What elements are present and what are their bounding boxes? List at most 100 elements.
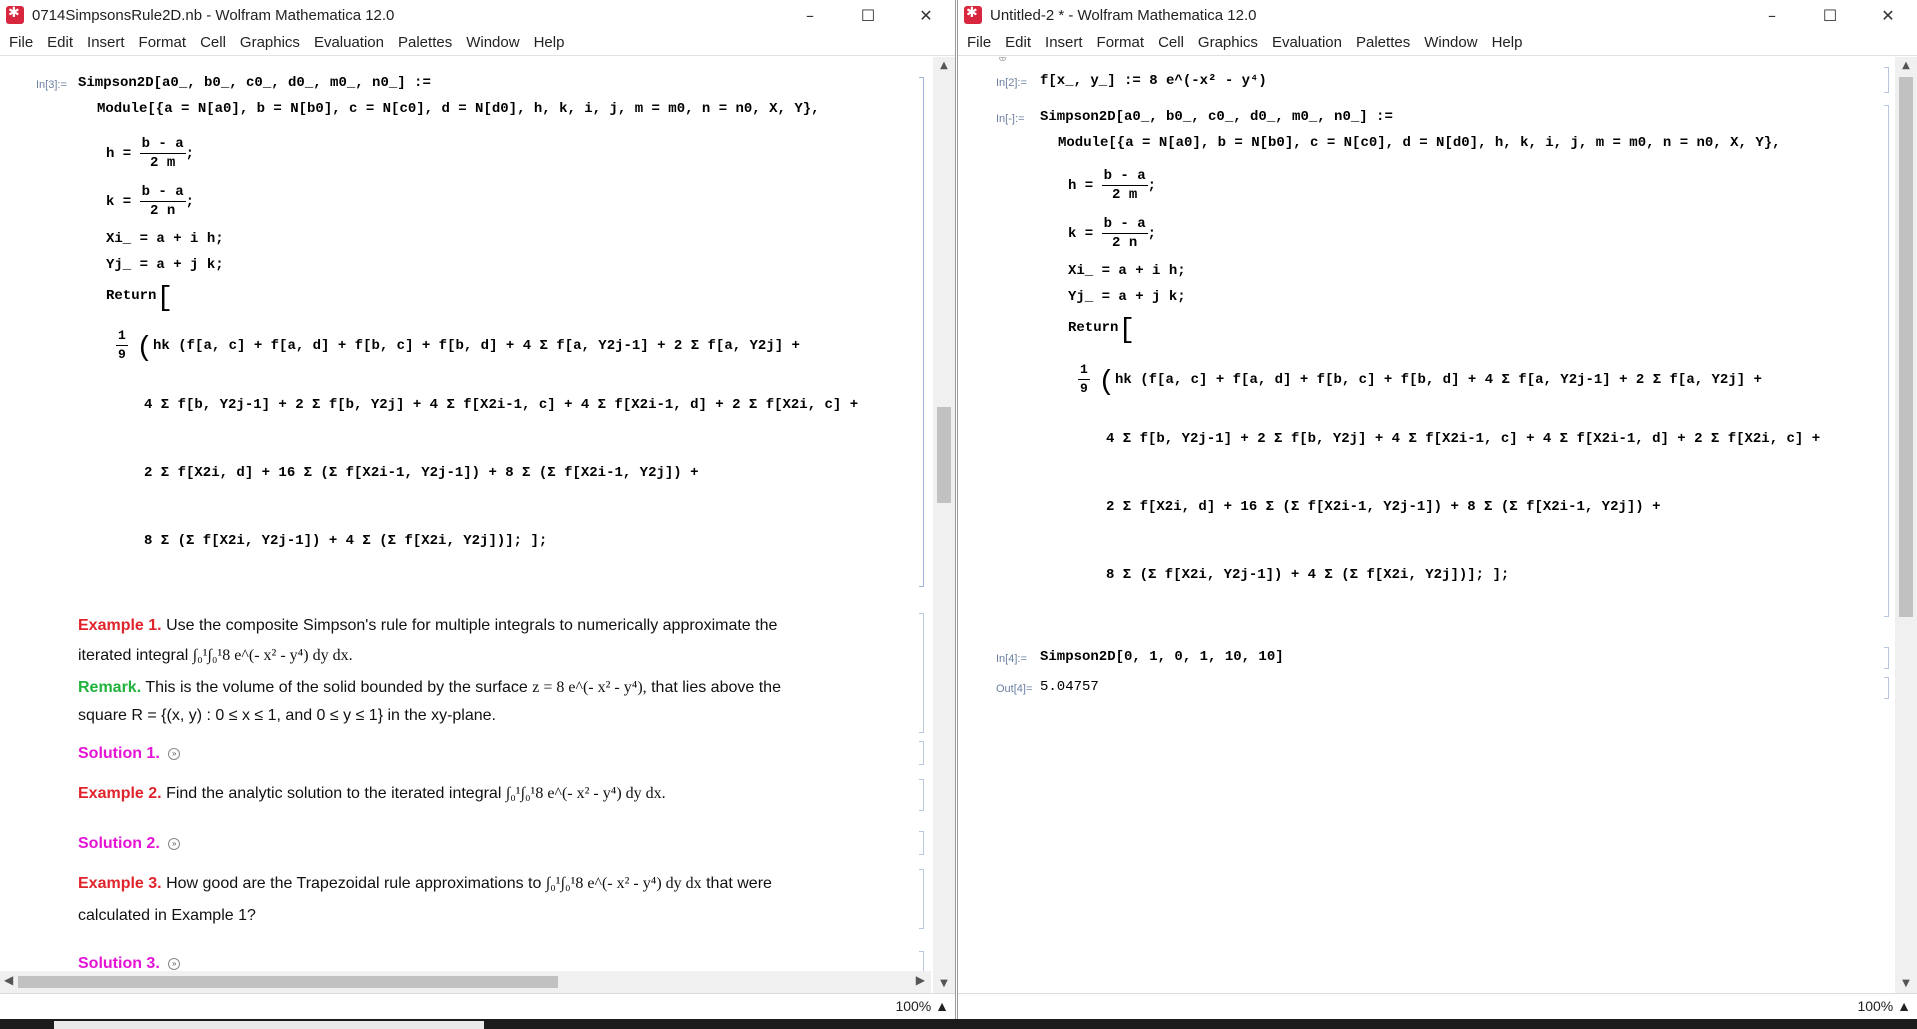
f-definition[interactable]: f[x_, y_] := 8 e^(-x² - y⁴) bbox=[1040, 73, 1267, 89]
menu-window[interactable]: Window bbox=[1417, 34, 1484, 51]
menu-window[interactable]: Window bbox=[459, 34, 526, 51]
x-definition[interactable]: Xi_ = a + i h; bbox=[1068, 263, 1186, 279]
h-definition[interactable]: h = b - a2 m; bbox=[1068, 167, 1156, 204]
formula-line-1[interactable]: 19 (hk (f[a, c] + f[a, d] + f[b, c] + f[… bbox=[1078, 361, 1762, 398]
solution-2[interactable]: Solution 2. » bbox=[78, 835, 181, 853]
h-num: b - a bbox=[1101, 168, 1148, 186]
minimize-icon[interactable]: – bbox=[781, 0, 839, 30]
menu-edit[interactable]: Edit bbox=[998, 34, 1038, 51]
formula-line-2[interactable]: 4 Σ f[b, Y2j-1] + 2 Σ f[b, Y2j] + 4 Σ f[… bbox=[1106, 431, 1820, 447]
example-3-text-b: that were bbox=[706, 875, 772, 892]
menu-format[interactable]: Format bbox=[1090, 34, 1152, 51]
hscroll-thumb[interactable] bbox=[18, 976, 558, 988]
vertical-scrollbar[interactable]: ▲ ▼ bbox=[1895, 57, 1917, 993]
title-bar[interactable]: Untitled-2 * - Wolfram Mathematica 12.0 … bbox=[958, 0, 1917, 30]
menu-help[interactable]: Help bbox=[1485, 34, 1530, 51]
menu-edit[interactable]: Edit bbox=[40, 34, 80, 51]
example-3-text: How good are the Trapezoidal rule approx… bbox=[166, 875, 542, 892]
k-num: b - a bbox=[1101, 216, 1148, 234]
h-definition[interactable]: h = b - a2 m; bbox=[106, 135, 194, 172]
return-keyword[interactable]: Return[ bbox=[1068, 315, 1135, 346]
zoom-control[interactable]: 100% ▲ bbox=[895, 998, 949, 1014]
k-den: 2 n bbox=[150, 203, 176, 219]
def-line[interactable]: Simpson2D[a0_, b0_, c0_, d0_, m0_, n0_] … bbox=[1040, 109, 1393, 125]
taskbar-item[interactable] bbox=[54, 1021, 484, 1029]
formula-line-2[interactable]: 4 Σ f[b, Y2j-1] + 2 Σ f[b, Y2j] + 4 Σ f[… bbox=[144, 397, 858, 413]
title-bar[interactable]: 0714SimpsonsRule2D.nb - Wolfram Mathemat… bbox=[0, 0, 955, 30]
menu-file[interactable]: File bbox=[2, 34, 40, 51]
maximize-icon[interactable]: ☐ bbox=[839, 0, 897, 30]
return-keyword[interactable]: Return[ bbox=[106, 283, 173, 314]
menu-cell[interactable]: Cell bbox=[1151, 34, 1191, 51]
formula-line-3[interactable]: 2 Σ f[X2i, d] + 16 Σ (Σ f[X2i-1, Y2j-1])… bbox=[144, 465, 699, 481]
formula-line-1[interactable]: 19 (hk (f[a, c] + f[a, d] + f[b, c] + f[… bbox=[116, 327, 800, 364]
menu-evaluation[interactable]: Evaluation bbox=[307, 34, 391, 51]
zoom-control[interactable]: 100% ▲ bbox=[1857, 998, 1911, 1014]
zoom-value: 100% bbox=[1857, 998, 1894, 1014]
menu-palettes[interactable]: Palettes bbox=[391, 34, 459, 51]
y-definition[interactable]: Yj_ = a + j k; bbox=[1068, 289, 1186, 305]
simpson-call[interactable]: Simpson2D[0, 1, 0, 1, 10, 10] bbox=[1040, 649, 1284, 665]
scroll-down-icon[interactable]: ▼ bbox=[1895, 975, 1917, 993]
example-2-integral: ∫₀¹∫₀¹8 e^(- x² - y⁴) dy dx. bbox=[505, 785, 666, 802]
menu-cell[interactable]: Cell bbox=[193, 34, 233, 51]
scroll-down-icon[interactable]: ▼ bbox=[933, 975, 955, 993]
y-definition[interactable]: Yj_ = a + j k; bbox=[106, 257, 224, 273]
cell-bracket[interactable] bbox=[919, 613, 924, 733]
menu-insert[interactable]: Insert bbox=[1038, 34, 1090, 51]
cell-bracket[interactable] bbox=[919, 779, 924, 811]
cell-bracket[interactable] bbox=[919, 741, 924, 765]
taskbar bbox=[0, 1019, 1917, 1029]
close-icon[interactable]: ✕ bbox=[1859, 0, 1917, 30]
x-definition[interactable]: Xi_ = a + i h; bbox=[106, 231, 224, 247]
return-text: Return bbox=[106, 288, 157, 304]
cell-bracket[interactable] bbox=[919, 869, 924, 929]
k-definition[interactable]: k = b - a2 n; bbox=[106, 183, 194, 220]
expand-icon[interactable]: » bbox=[168, 837, 181, 850]
def-line[interactable]: Simpson2D[a0_, b0_, c0_, d0_, m0_, n0_] … bbox=[78, 75, 431, 91]
menu-palettes[interactable]: Palettes bbox=[1349, 34, 1417, 51]
scroll-up-icon[interactable]: ▲ bbox=[1895, 57, 1917, 75]
window-title: Untitled-2 * - Wolfram Mathematica 12.0 bbox=[990, 6, 1257, 24]
scroll-up-icon[interactable]: ▲ bbox=[933, 57, 955, 75]
module-line[interactable]: Module[{a = N[a0], b = N[b0], c = N[c0],… bbox=[1058, 135, 1781, 151]
formula-line-4[interactable]: 8 Σ (Σ f[X2i, Y2j-1]) + 4 Σ (Σ f[X2i, Y2… bbox=[1106, 567, 1509, 583]
formula-line-3[interactable]: 2 Σ f[X2i, d] + 16 Σ (Σ f[X2i-1, Y2j-1])… bbox=[1106, 499, 1661, 515]
cell-bracket[interactable] bbox=[1884, 67, 1889, 93]
cell-bracket[interactable] bbox=[1884, 647, 1889, 669]
output-label: Out[4]= bbox=[996, 683, 1033, 695]
notebook-content[interactable]: In[3]:= Simpson2D[a0_, b0_, c0_, d0_, m0… bbox=[0, 57, 931, 993]
notebook-content[interactable]: ⊕ In[2]:= f[x_, y_] := 8 e^(-x² - y⁴) In… bbox=[958, 57, 1893, 993]
scroll-thumb[interactable] bbox=[1899, 77, 1913, 617]
maximize-icon[interactable]: ☐ bbox=[1801, 0, 1859, 30]
menu-insert[interactable]: Insert bbox=[80, 34, 132, 51]
vertical-scrollbar[interactable]: ▲ ▼ bbox=[933, 57, 955, 993]
cell-bracket[interactable] bbox=[1884, 105, 1889, 617]
scroll-thumb[interactable] bbox=[937, 407, 951, 503]
scroll-left-icon[interactable]: ◀ bbox=[4, 973, 13, 987]
menu-format[interactable]: Format bbox=[132, 34, 194, 51]
remark-surface: z = 8 e^(- x² - y⁴), bbox=[532, 679, 647, 696]
menu-file[interactable]: File bbox=[960, 34, 998, 51]
cell-bracket[interactable] bbox=[919, 831, 924, 855]
solution-1[interactable]: Solution 1. » bbox=[78, 745, 181, 763]
k-definition[interactable]: k = b - a2 n; bbox=[1068, 215, 1156, 252]
menu-bar: File Edit Insert Format Cell Graphics Ev… bbox=[958, 30, 1917, 56]
menu-graphics[interactable]: Graphics bbox=[233, 34, 307, 51]
formula-line-4[interactable]: 8 Σ (Σ f[X2i, Y2j-1]) + 4 Σ (Σ f[X2i, Y2… bbox=[144, 533, 547, 549]
scroll-right-icon[interactable]: ▶ bbox=[916, 973, 925, 987]
menu-help[interactable]: Help bbox=[527, 34, 572, 51]
module-line[interactable]: Module[{a = N[a0], b = N[b0], c = N[c0],… bbox=[97, 101, 820, 117]
cell-bracket[interactable] bbox=[919, 77, 924, 587]
cell-bracket[interactable] bbox=[1884, 677, 1889, 699]
input-label: In[-]:= bbox=[996, 113, 1025, 125]
menu-evaluation[interactable]: Evaluation bbox=[1265, 34, 1349, 51]
horizontal-scrollbar[interactable]: ◀ ▶ bbox=[0, 971, 931, 993]
h-lhs: h = bbox=[106, 146, 132, 163]
expand-icon[interactable]: » bbox=[168, 747, 181, 760]
menu-graphics[interactable]: Graphics bbox=[1191, 34, 1265, 51]
expand-icon[interactable]: » bbox=[168, 957, 181, 970]
add-cell-icon[interactable]: ⊕ bbox=[998, 57, 1007, 64]
close-icon[interactable]: ✕ bbox=[897, 0, 955, 30]
minimize-icon[interactable]: – bbox=[1743, 0, 1801, 30]
